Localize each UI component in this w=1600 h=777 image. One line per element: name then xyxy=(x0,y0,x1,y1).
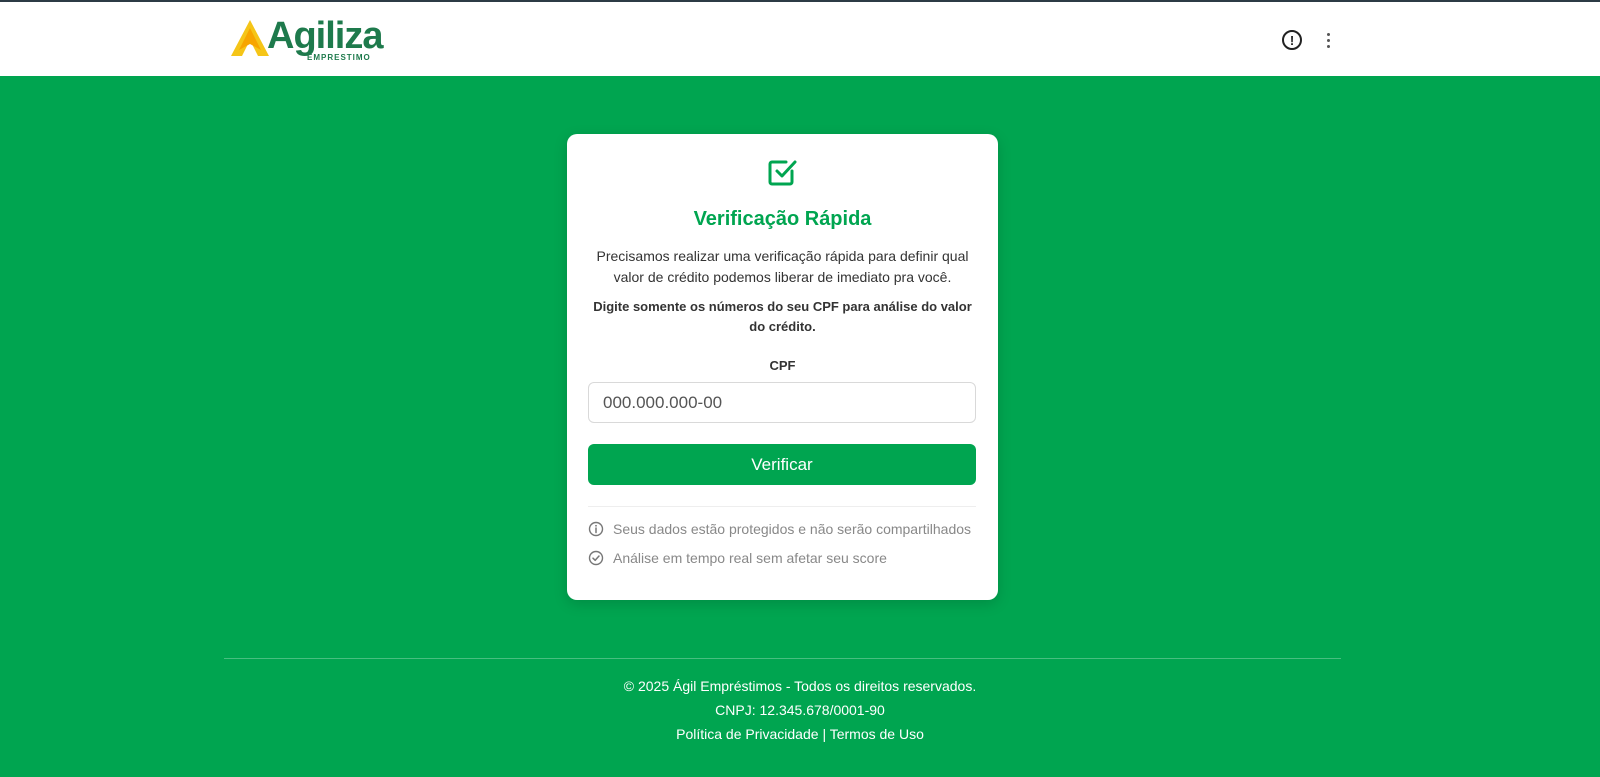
feature-text: Análise em tempo real sem afetar seu sco… xyxy=(613,550,887,566)
card-divider xyxy=(588,506,976,507)
footer-separator: | xyxy=(822,726,827,742)
info-icon xyxy=(588,521,604,537)
footer-links: Política de Privacidade | Termos de Uso xyxy=(0,722,1600,746)
brand-logo[interactable]: Agiliza EMPRESTIMO xyxy=(231,16,391,62)
privacy-policy-link[interactable]: Política de Privacidade xyxy=(676,726,818,742)
cnpj-text: CNPJ: 12.345.678/0001-90 xyxy=(715,702,885,718)
site-footer: © 2025 Ágil Empréstimos - Todos os direi… xyxy=(0,674,1600,746)
card-title: Verificação Rápida xyxy=(693,208,872,230)
logo-mark-icon xyxy=(231,20,269,56)
logo-text: Agiliza xyxy=(267,15,383,57)
footer-divider xyxy=(224,658,1341,659)
cpf-input[interactable] xyxy=(588,382,976,423)
feature-item-score: Análise em tempo real sem afetar seu sco… xyxy=(588,550,887,566)
feature-item-privacy: Seus dados estão protegidos e não serão … xyxy=(588,521,971,537)
verify-button[interactable]: Verificar xyxy=(588,444,976,485)
feature-text: Seus dados estão protegidos e não serão … xyxy=(613,521,972,537)
site-header: Agiliza EMPRESTIMO ! xyxy=(0,2,1600,76)
more-vertical-icon[interactable] xyxy=(1320,30,1336,50)
logo-subtext: EMPRESTIMO xyxy=(307,53,371,62)
checkbox-checked-icon xyxy=(768,160,797,186)
verification-card: Verificação Rápida Precisamos realizar u… xyxy=(567,134,998,600)
cpf-label: CPF xyxy=(769,358,796,373)
card-description: Precisamos realizar uma verificação rápi… xyxy=(596,248,969,285)
copyright-text: © 2025 Ágil Empréstimos - Todos os direi… xyxy=(623,678,977,694)
terms-of-use-link[interactable]: Termos de Uso xyxy=(830,726,924,742)
cpf-instruction: Digite somente os números do seu CPF par… xyxy=(593,299,972,334)
alert-circle-icon[interactable]: ! xyxy=(1282,30,1302,50)
check-circle-icon xyxy=(588,550,604,566)
